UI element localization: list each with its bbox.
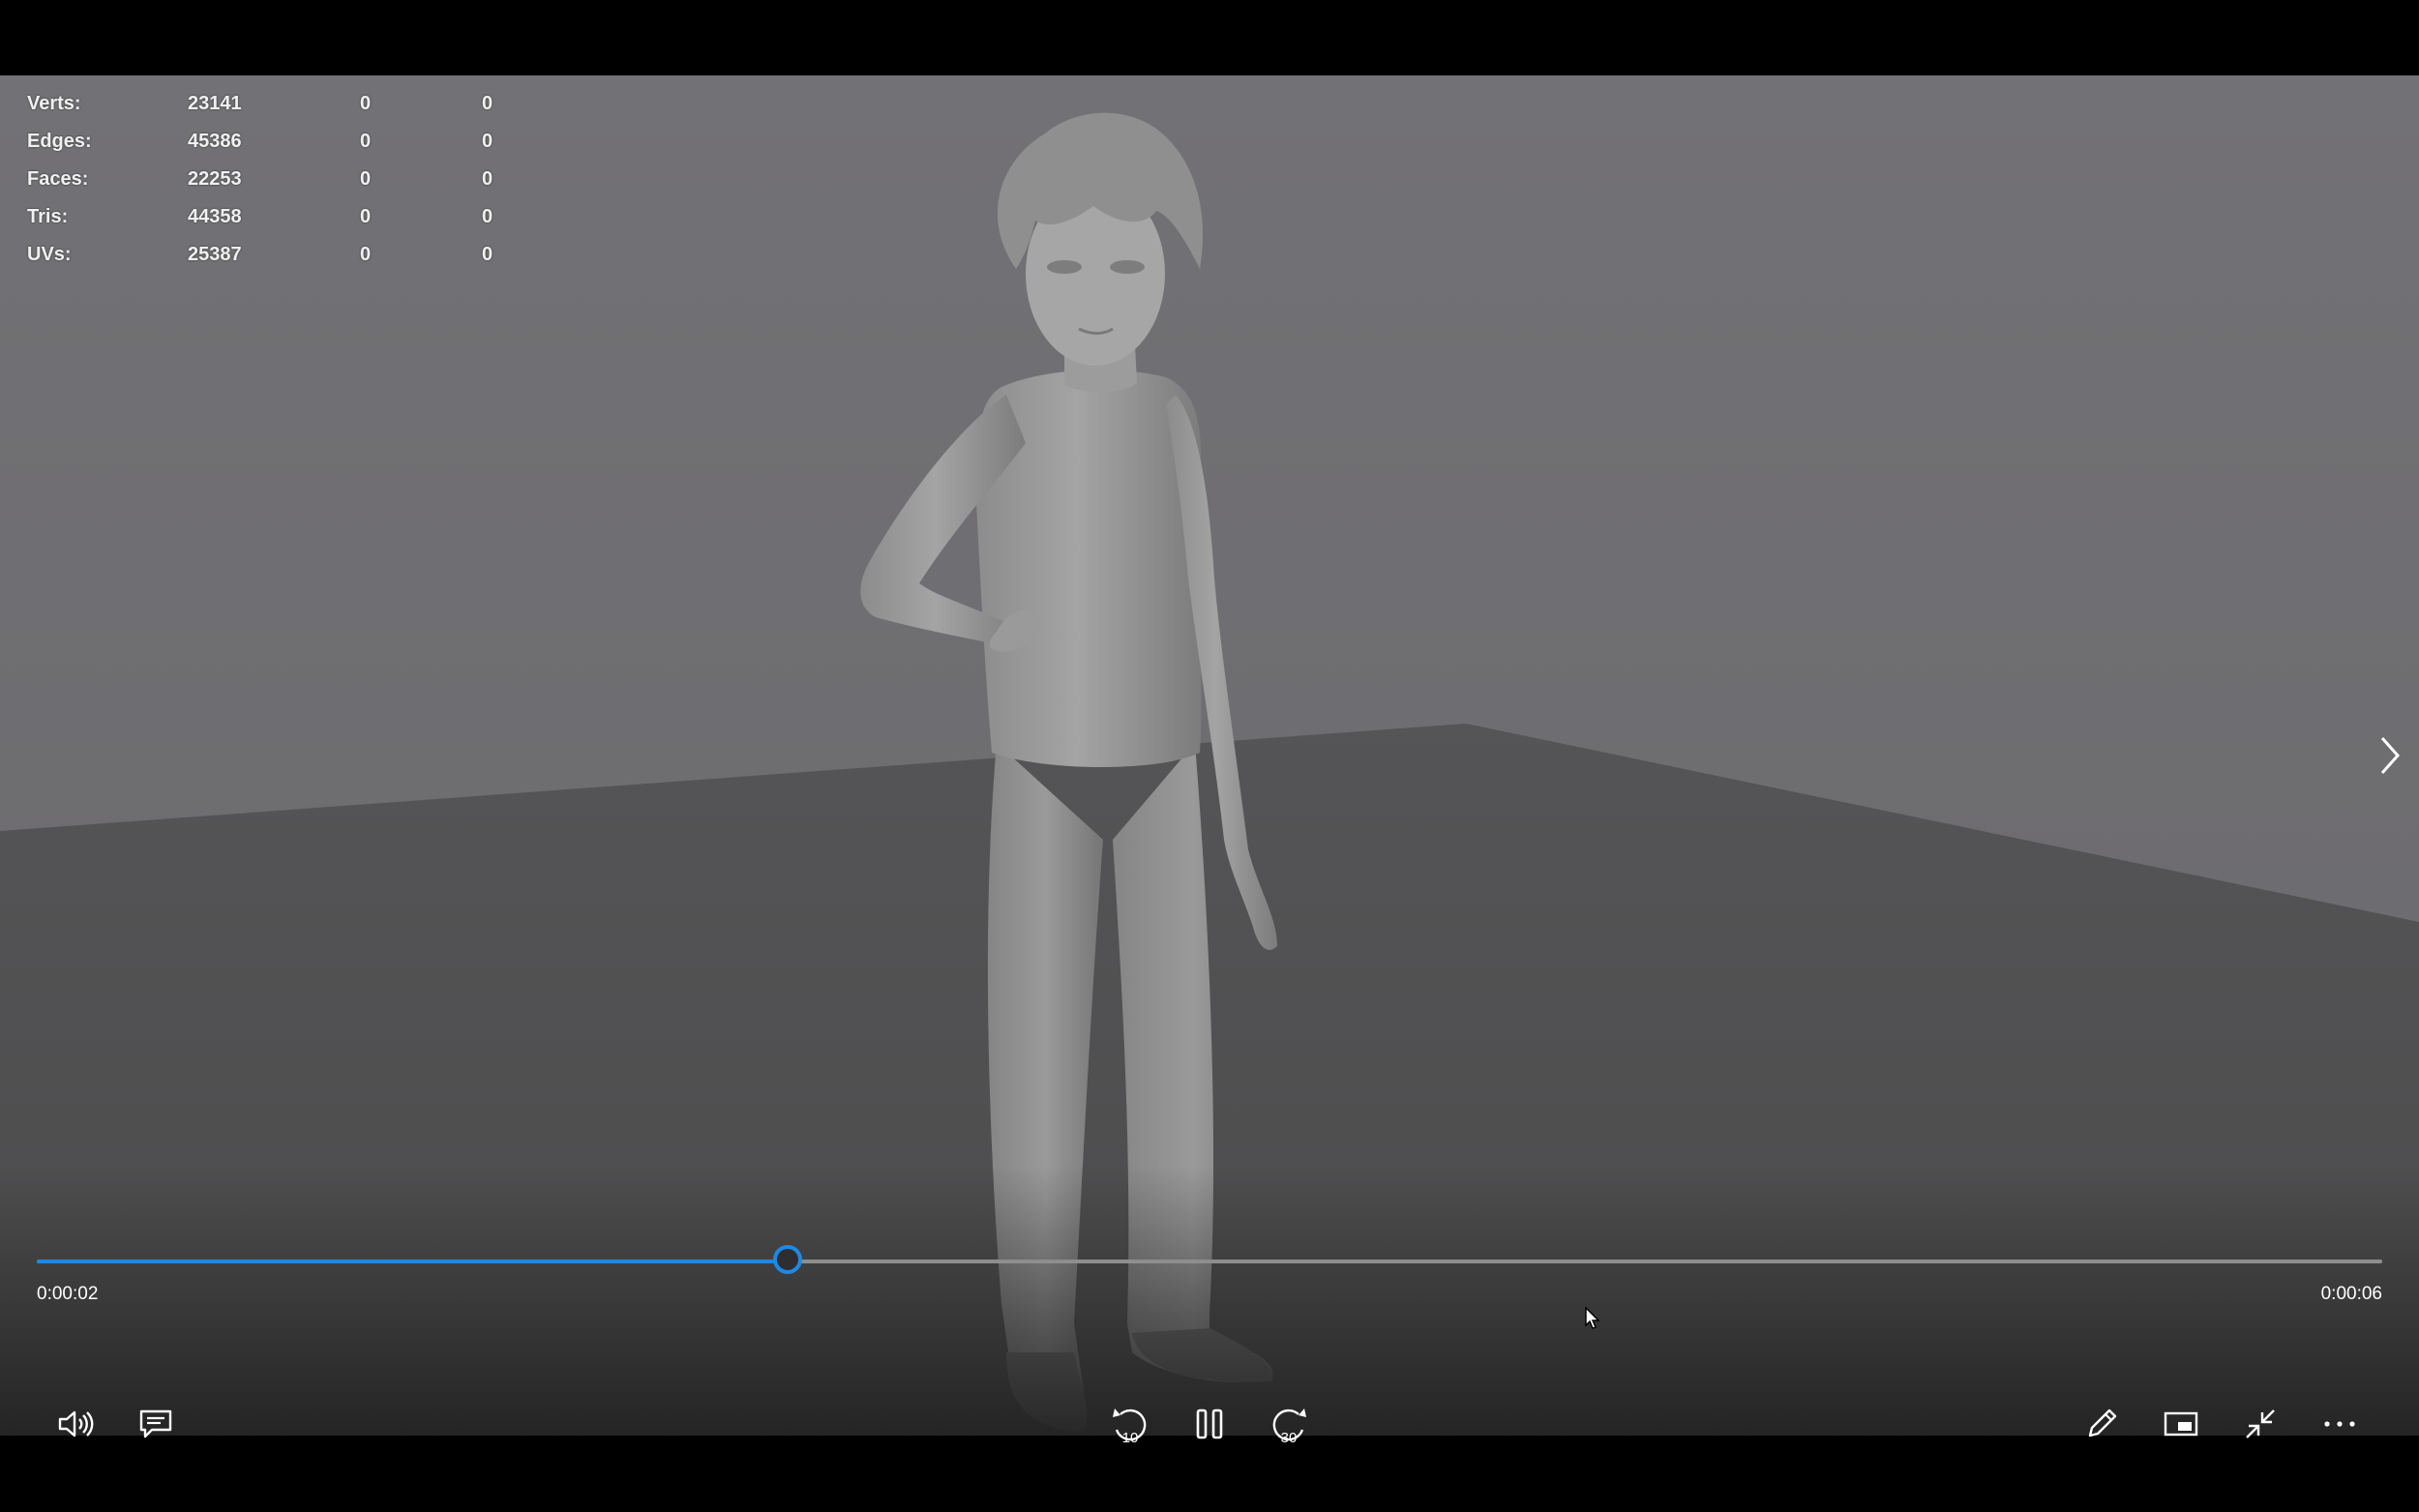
hud-highlighted: 0 (482, 131, 493, 152)
pause-icon (1196, 1408, 1223, 1439)
chevron-right-icon (2380, 737, 2401, 774)
pencil-icon (2088, 1408, 2117, 1438)
hud-row-tris: Tris: 44358 0 0 (27, 198, 540, 236)
hud-total: 22253 (188, 168, 242, 190)
volume-icon (58, 1410, 94, 1438)
pause-button[interactable] (1188, 1403, 1231, 1445)
total-time: 0:00:06 (2320, 1284, 2382, 1304)
skip-back-label: 10 (1121, 1430, 1139, 1446)
hud-label: Faces: (27, 168, 89, 190)
mini-view-button[interactable] (2160, 1403, 2202, 1445)
hud-label: Edges: (27, 131, 92, 152)
hud-row-uvs: UVs: 25387 0 0 (27, 236, 540, 274)
captions-button[interactable] (134, 1403, 177, 1445)
hud-label: Tris: (27, 206, 69, 227)
hud-row-verts: Verts: 23141 0 0 (27, 85, 540, 123)
exit-fullscreen-button[interactable] (2239, 1403, 2282, 1445)
skip-forward-button[interactable]: 30 (1268, 1403, 1310, 1446)
hud-row-edges: Edges: 45386 0 0 (27, 123, 540, 161)
skip-back-button[interactable]: 10 (1109, 1403, 1151, 1446)
hud-selected: 0 (360, 131, 372, 152)
hud-selected: 0 (360, 168, 372, 190)
hud-label: UVs: (27, 244, 72, 265)
hud-selected: 0 (360, 244, 372, 265)
captions-icon (139, 1409, 172, 1438)
hud-selected: 0 (360, 206, 372, 227)
more-button[interactable] (2318, 1403, 2361, 1445)
seek-progress (37, 1260, 788, 1263)
hud-highlighted: 0 (482, 93, 493, 114)
hud-total: 44358 (188, 206, 242, 227)
hud-total: 25387 (188, 244, 242, 265)
hud-row-faces: Faces: 22253 0 0 (27, 161, 540, 198)
hud-highlighted: 0 (482, 244, 493, 265)
edit-button[interactable] (2080, 1403, 2123, 1445)
seek-bar[interactable] (37, 1245, 2382, 1274)
hud-highlighted: 0 (482, 206, 493, 227)
hud-highlighted: 0 (482, 168, 493, 190)
poly-count-hud: Verts: 23141 0 0 Edges: 45386 0 0 Faces:… (27, 85, 540, 274)
hud-total: 45386 (188, 131, 242, 152)
hud-label: Verts: (27, 93, 81, 114)
exit-fullscreen-icon (2246, 1409, 2275, 1438)
controls-backdrop (0, 1165, 2419, 1436)
seek-thumb[interactable] (772, 1245, 802, 1274)
video-viewport[interactable]: Verts: 23141 0 0 Edges: 45386 0 0 Faces:… (0, 75, 2419, 1436)
hud-total: 23141 (188, 93, 242, 114)
volume-button[interactable] (54, 1403, 97, 1445)
hud-selected: 0 (360, 93, 372, 114)
more-icon (2324, 1421, 2355, 1427)
skip-forward-label: 30 (1280, 1430, 1298, 1446)
next-video-button[interactable] (2373, 728, 2407, 783)
mouse-cursor-icon (1585, 1306, 1600, 1329)
current-time: 0:00:02 (37, 1284, 99, 1304)
mini-view-icon (2164, 1411, 2198, 1437)
